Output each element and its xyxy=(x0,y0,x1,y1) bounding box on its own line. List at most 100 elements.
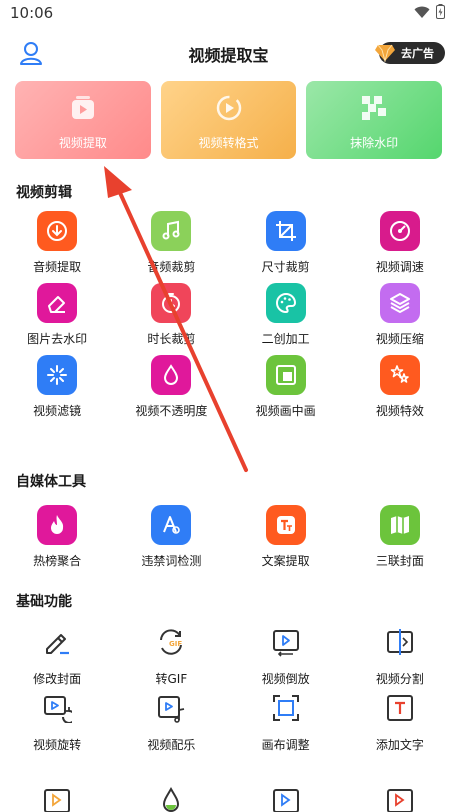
battery-icon xyxy=(436,4,445,19)
tool-label: 视频配乐 xyxy=(147,738,196,752)
tool-label: 添加文字 xyxy=(375,738,424,752)
tool-video-music[interactable]: 视频配乐 xyxy=(114,691,228,757)
tool-remix[interactable]: 二创加工 xyxy=(229,283,343,355)
feature-card-remove-watermark[interactable]: 抹除水印 xyxy=(306,81,443,159)
feature-card-video-extract[interactable]: 视频提取 xyxy=(15,81,151,159)
music-video-icon xyxy=(154,691,188,725)
tool-label: 图片去水印 xyxy=(27,332,88,346)
stars-icon xyxy=(379,355,420,395)
tool-label: 视频不透明度 xyxy=(135,404,208,418)
tool-audio-extract[interactable]: 音频提取 xyxy=(0,211,114,283)
tool-label: 视频分割 xyxy=(375,672,424,686)
basic-tools-grid: 修改封面 GIF 转GIF 视频倒放 视频分割 视频旋转 视频配乐 画布调整 添… xyxy=(0,625,457,757)
tool-video-split[interactable]: 视频分割 xyxy=(343,625,457,691)
feature-card-label: 视频提取 xyxy=(58,136,107,150)
video-cut-icon xyxy=(272,789,299,812)
tool-duration-trim[interactable]: 时长裁剪 xyxy=(114,283,228,355)
tool-canvas-adjust[interactable]: 画布调整 xyxy=(229,691,343,757)
tool-label: 画布调整 xyxy=(261,738,310,752)
tool-size-crop[interactable]: 尺寸裁剪 xyxy=(229,211,343,283)
feature-card-label: 抹除水印 xyxy=(350,136,399,150)
add-text-icon xyxy=(383,691,417,725)
split-icon xyxy=(383,625,417,659)
tool-banned-words[interactable]: 违禁词检测 xyxy=(114,505,228,577)
tool-to-gif[interactable]: GIF 转GIF xyxy=(114,625,228,691)
basic-tools-next-row xyxy=(0,784,457,812)
reverse-play-icon xyxy=(269,625,303,659)
video-grid-icon xyxy=(386,789,413,812)
diamond-icon xyxy=(375,44,395,62)
media-tools-grid: 热榜聚合 违禁词检测 文案提取 三联封面 xyxy=(0,505,457,577)
text-t-icon xyxy=(265,505,306,545)
tool-label: 视频旋转 xyxy=(33,738,82,752)
gif-icon: GIF xyxy=(154,625,188,659)
tool-label: 三联封面 xyxy=(375,554,424,568)
detect-icon xyxy=(151,505,192,545)
tool-label: 视频画中画 xyxy=(255,404,316,418)
feature-card-video-convert[interactable]: 视频转格式 xyxy=(160,81,297,159)
tool-picture-in-picture[interactable]: 视频画中画 xyxy=(229,355,343,427)
tool-video-filter[interactable]: 视频滤镜 xyxy=(0,355,114,427)
rotate-icon xyxy=(40,691,74,725)
tool-label: 二创加工 xyxy=(261,332,310,346)
tool-add-text[interactable]: 添加文字 xyxy=(343,691,457,757)
palette-icon xyxy=(265,283,306,323)
tool-label: 视频调速 xyxy=(375,260,424,274)
status-time: 10:06 xyxy=(10,4,54,22)
feature-card-label: 视频转格式 xyxy=(198,136,259,150)
canvas-icon xyxy=(269,691,303,725)
tool-video-effects[interactable]: 视频特效 xyxy=(343,355,457,427)
tool-partial[interactable] xyxy=(229,784,343,812)
tool-label: 违禁词检测 xyxy=(141,554,202,568)
remove-ads-label: 去广告 xyxy=(401,47,434,60)
mosaic-icon xyxy=(362,96,387,120)
flame-icon xyxy=(37,505,78,545)
tool-audio-trim[interactable]: 音频裁剪 xyxy=(114,211,228,283)
download-circle-icon xyxy=(37,211,78,251)
eraser-icon xyxy=(37,283,78,323)
feature-cards: 视频提取 视频转格式 抹除水印 xyxy=(15,81,443,159)
edit-tools-grid: 音频提取 音频裁剪 尺寸裁剪 视频调速 图片去水印 时长裁剪 二创加工 视频压缩… xyxy=(0,211,457,427)
music-note-icon xyxy=(151,211,192,251)
tool-video-speed[interactable]: 视频调速 xyxy=(343,211,457,283)
drop-icon xyxy=(151,355,192,395)
pip-icon xyxy=(265,355,306,395)
section-title-edit: 视频剪辑 xyxy=(16,185,72,201)
remove-ads-button[interactable]: 去广告 xyxy=(375,42,445,64)
tool-label: 热榜聚合 xyxy=(33,554,82,568)
tool-video-rotate[interactable]: 视频旋转 xyxy=(0,691,114,757)
tool-label: 转GIF xyxy=(155,672,188,686)
tool-label: 视频特效 xyxy=(375,404,424,418)
tool-edit-cover[interactable]: 修改封面 xyxy=(0,625,114,691)
convert-icon xyxy=(216,95,241,121)
tool-video-opacity[interactable]: 视频不透明度 xyxy=(114,355,228,427)
tool-label: 文案提取 xyxy=(261,554,310,568)
tool-triple-cover[interactable]: 三联封面 xyxy=(343,505,457,577)
tool-hot-list[interactable]: 热榜聚合 xyxy=(0,505,114,577)
status-bar: 10:06 xyxy=(0,0,457,26)
status-icons xyxy=(414,4,445,19)
map-fold-icon xyxy=(379,505,420,545)
tool-label: 尺寸裁剪 xyxy=(261,260,310,274)
tool-partial[interactable] xyxy=(0,784,114,812)
timer-icon xyxy=(151,283,192,323)
tool-video-reverse[interactable]: 视频倒放 xyxy=(229,625,343,691)
video-edit-icon xyxy=(44,789,71,812)
speed-icon xyxy=(379,211,420,251)
tool-label: 视频倒放 xyxy=(261,672,310,686)
tool-partial[interactable] xyxy=(343,784,457,812)
tool-partial[interactable] xyxy=(114,784,228,812)
pen-icon xyxy=(40,625,74,659)
tool-copy-extract[interactable]: 文案提取 xyxy=(229,505,343,577)
tool-label: 音频裁剪 xyxy=(147,260,196,274)
tool-label: 音频提取 xyxy=(33,260,82,274)
tool-image-watermark[interactable]: 图片去水印 xyxy=(0,283,114,355)
section-title-basic: 基础功能 xyxy=(16,594,72,610)
layers-icon xyxy=(379,283,420,323)
section-title-media: 自媒体工具 xyxy=(16,474,86,490)
sparkle-icon xyxy=(37,355,78,395)
tool-video-compress[interactable]: 视频压缩 xyxy=(343,283,457,355)
tool-label: 视频滤镜 xyxy=(33,404,82,418)
video-box-icon xyxy=(71,96,94,119)
gif-badge: GIF xyxy=(169,640,182,648)
